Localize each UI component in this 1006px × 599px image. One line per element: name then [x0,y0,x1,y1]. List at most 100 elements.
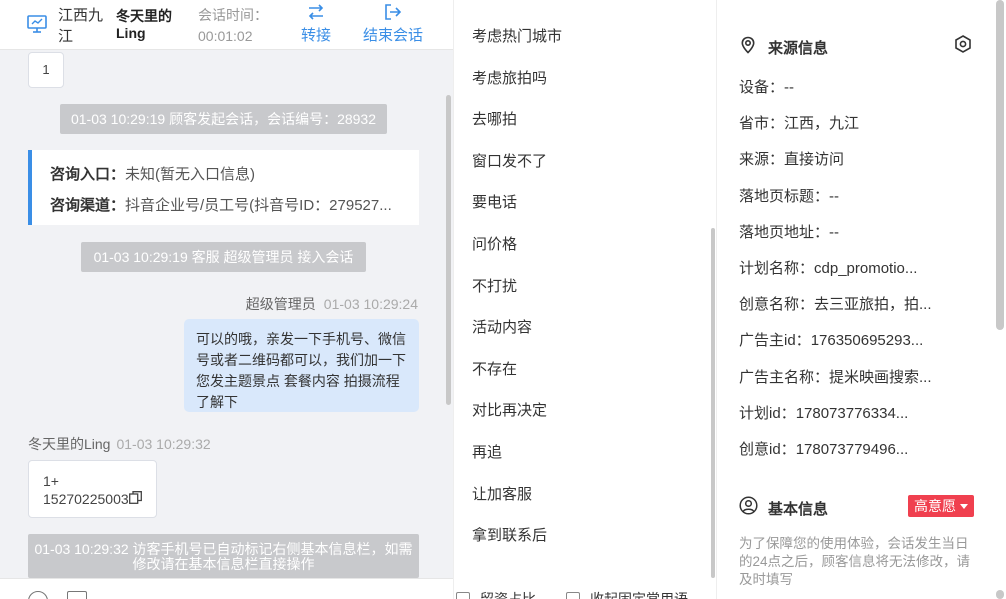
collapse-checkbox[interactable] [566,592,580,599]
basic-info-title: 基本信息 [768,501,829,518]
intent-level-label: 高意愿 [914,498,956,514]
source-field-value: 提米映画搜索... [829,369,932,386]
source-field-value: -- [784,79,795,96]
channel-value: 抖音企业号/员工号(抖音号ID：279527... [125,197,392,214]
source-field-value: 178073776334... [795,405,909,422]
source-field-label: 省市： [739,115,785,132]
source-field-label: 创意名称： [739,296,815,313]
source-field-value: 直接访问 [784,151,845,168]
visitor-info-panel: 来源信息 设备：-- 省市：江西，九江 来源：直接访问 落地页标题：-- 落地页地址：-… [717,0,1006,599]
quick-reply-item[interactable]: 拿到联系后 [472,524,547,545]
transfer-label: 转接 [300,27,331,44]
agent-message-time: 01-03 10:29:24 [323,296,418,312]
source-field-row: 创意名称：去三亚旅拍，拍... [739,293,932,314]
quick-reply-scrollbar[interactable] [711,228,715,578]
agent-message-bubble: 可以的哦，亲发一下手机号、微信号或者二维码都可以，我们加一下您发主题景点 套餐内… [184,319,419,412]
collapse-label: 收起固定常用语 [590,591,688,599]
source-field-row: 来源：直接访问 [739,148,844,169]
source-field-label: 落地页标题： [739,188,830,205]
emoji-icon[interactable] [28,591,48,599]
quick-reply-item[interactable]: 再追 [472,441,502,462]
session-time-value: 00:01:02 [198,28,253,44]
source-field-value: 江西，九江 [784,115,860,132]
visitor-name: 冬天里的Ling [116,8,172,41]
settings-icon[interactable] [953,34,973,54]
location-pin-icon [741,36,755,54]
source-field-label: 创意id： [739,441,796,458]
quick-reply-item[interactable]: 问价格 [472,233,517,254]
ratio-label: 留资占比 [480,591,536,599]
source-field-label: 来源： [739,151,785,168]
customer-message-line: 1+ [43,473,59,489]
source-field-value: -- [829,188,840,205]
quick-reply-item[interactable]: 对比再决定 [472,399,547,420]
source-field-value: 176350695293... [810,332,924,349]
quick-reply-item[interactable]: 活动内容 [472,316,532,337]
source-field-label: 计划id： [739,405,796,422]
source-field-value: cdp_promotio... [814,260,918,277]
chat-scrollbar[interactable] [446,95,451,405]
entry-value: 未知(暂无入口信息) [125,166,256,183]
entry-label: 咨询入口： [50,166,126,183]
quick-reply-item[interactable]: 不存在 [472,358,517,379]
quick-reply-item[interactable]: 窗口发不了 [472,150,547,171]
copy-icon[interactable] [129,491,142,504]
source-field-row: 设备：-- [739,76,794,97]
system-message: 01-03 10:29:32 访客手机号已自动标记右侧基本信息栏，如需修改请在基… [28,534,419,578]
chat-toolbar [0,578,453,599]
transfer-button[interactable]: 转接 [283,2,349,48]
channel-label: 咨询渠道： [50,197,126,214]
session-time-label: 会话时间： [198,7,268,23]
entry-row: 咨询入口：未知(暂无入口信息) [50,163,255,184]
swap-icon [308,4,324,20]
entry-info-box: 咨询入口：未知(暂无入口信息) 咨询渠道：抖音企业号/员工号(抖音号ID：279… [28,150,419,225]
quick-reply-item[interactable]: 考虑热门城市 [472,25,562,46]
source-field-row: 广告主名称：提米映画搜索... [739,366,932,387]
visitor-city: 江西九江 [58,7,104,45]
source-field-label: 计划名称： [739,260,815,277]
source-field-label: 广告主名称： [739,369,830,386]
info-scrollbar[interactable] [996,0,1004,330]
ratio-checkbox[interactable] [456,592,470,599]
source-field-value: 去三亚旅拍，拍... [814,296,932,313]
source-info-title: 来源信息 [768,40,829,57]
quick-reply-item[interactable]: 要电话 [472,191,517,212]
customer-message-time: 01-03 10:29:32 [116,436,211,452]
info-scrollbar-lower[interactable] [996,590,1004,599]
quick-reply-footer: 留资占比 收起固定常用语 [454,578,718,599]
agent-message-meta: 超级管理员 01-03 10:29:24 [246,294,418,314]
source-field-row: 创意id：178073779496... [739,438,908,459]
customer-phone: 15270225003 [43,491,129,507]
agent-name: 超级管理员 [245,296,316,312]
customer-message-meta: 冬天里的Ling 01-03 10:29:32 [28,434,211,454]
source-field-row: 落地页标题：-- [739,185,839,206]
quick-reply-item[interactable]: 考虑旅拍吗 [472,67,547,88]
source-field-value: -- [829,224,840,241]
source-field-row: 计划id：178073776334... [739,402,908,423]
customer-name: 冬天里的Ling [28,436,111,452]
source-field-row: 广告主id：176350695293... [739,329,923,350]
chevron-down-icon [960,504,968,509]
chat-panel: 江西九江 冬天里的Ling 会话时间： 00:01:02 转接 结束会话 1 0… [0,0,453,599]
monitor-icon [27,15,47,33]
source-field-label: 落地页地址： [739,224,830,241]
quick-reply-item[interactable]: 让加客服 [472,483,532,504]
channel-row: 咨询渠道：抖音企业号/员工号(抖音号ID：279527... [50,194,392,215]
source-field-label: 广告主id： [739,332,811,349]
user-icon [739,496,758,515]
source-field-label: 设备： [739,79,785,96]
system-message: 01-03 10:29:19 顾客发起会话，会话编号：28932 [60,104,387,134]
end-session-label: 结束会话 [362,27,423,44]
quick-reply-panel: 考虑热门城市 考虑旅拍吗去哪拍窗口发不了要电话问价格不打扰活动内容不存在对比再决定… [453,0,717,599]
quick-reply-item[interactable]: 不打扰 [472,275,517,296]
customer-message-bubble: 1+ 15270225003 [28,460,157,518]
edit-notice: 为了保障您的使用体验，会话发生当日的24点之后，顾客信息将无法修改，请及时填写 [739,536,971,587]
end-session-button[interactable]: 结束会话 [360,2,426,48]
source-field-value: 178073779496... [795,441,909,458]
source-field-row: 省市：江西，九江 [739,112,859,133]
image-icon[interactable] [67,591,87,599]
quick-reply-item[interactable]: 去哪拍 [472,108,517,129]
logout-icon [385,4,402,20]
intent-level-dropdown[interactable]: 高意愿 [908,495,974,517]
system-message: 01-03 10:29:19 客服 超级管理员 接入会话 [81,242,366,272]
